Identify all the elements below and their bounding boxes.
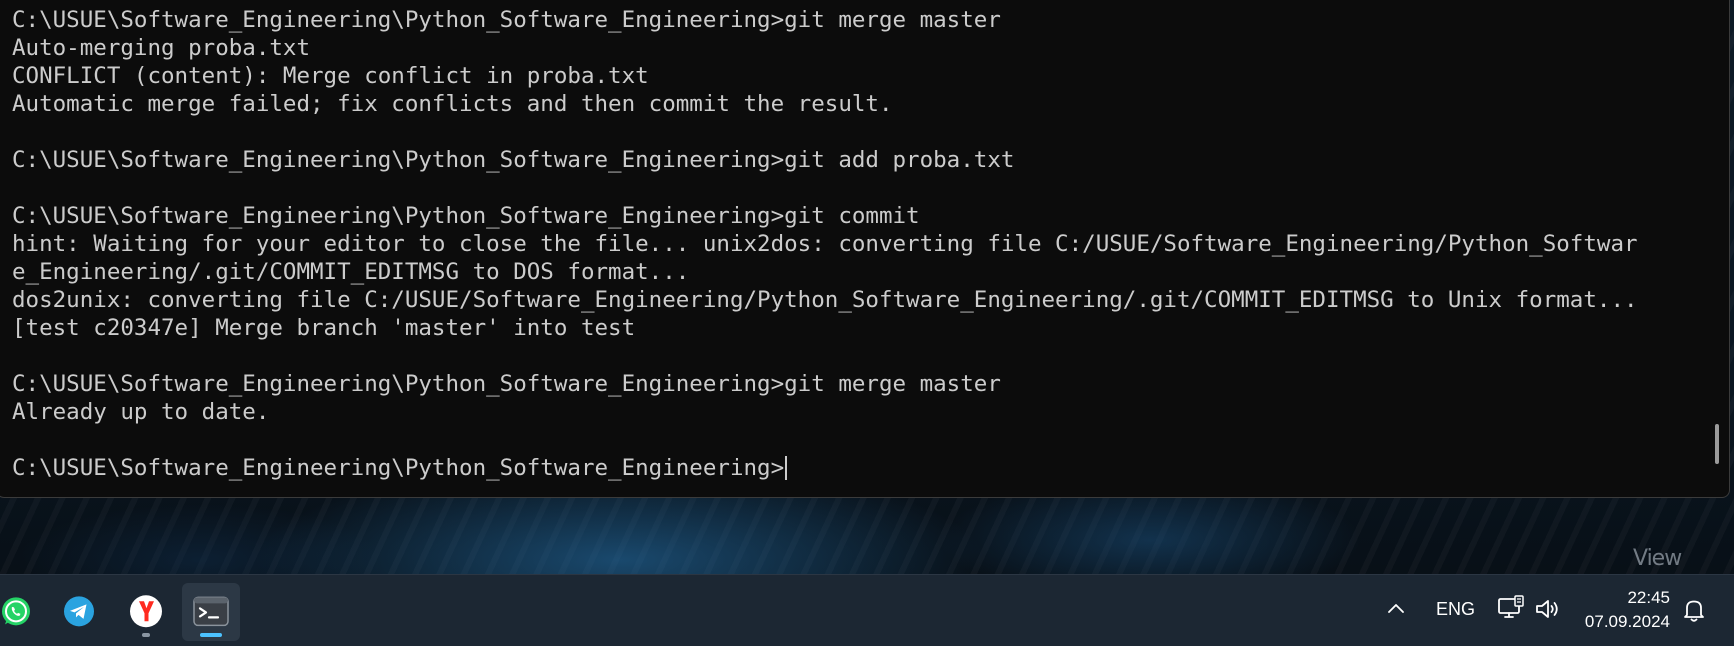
terminal-line: C:\USUE\Software_Engineering\Python_Soft… xyxy=(12,7,1001,33)
terminal-icon xyxy=(193,596,229,627)
terminal-line: [test c20347e] Merge branch 'master' int… xyxy=(12,315,636,341)
telegram-icon xyxy=(64,596,94,627)
desktop-watermark: View xyxy=(1633,546,1682,571)
terminal-line: C:\USUE\Software_Engineering\Python_Soft… xyxy=(12,203,920,229)
terminal-line: C:\USUE\Software_Engineering\Python_Soft… xyxy=(12,371,1001,397)
taskbar: ENG 22:45 07.09.2024 xyxy=(0,574,1734,646)
taskbar-app-whatsapp[interactable] xyxy=(0,583,45,641)
terminal-prompt: C:\USUE\Software_Engineering\Python_Soft… xyxy=(12,455,785,481)
terminal-line: C:\USUE\Software_Engineering\Python_Soft… xyxy=(12,147,1015,173)
taskbar-app-telegram[interactable] xyxy=(50,583,108,641)
taskbar-app-terminal[interactable] xyxy=(182,583,240,641)
terminal-line: Already up to date. xyxy=(12,399,270,425)
terminal-window[interactable]: C:\USUE\Software_Engineering\Python_Soft… xyxy=(0,0,1730,498)
terminal-line: dos2unix: converting file C:/USUE/Softwa… xyxy=(12,287,1638,313)
taskbar-app-yandex-browser[interactable] xyxy=(117,583,175,641)
volume-icon[interactable] xyxy=(1534,597,1562,621)
clock-date: 07.09.2024 xyxy=(1584,612,1670,631)
whatsapp-icon xyxy=(2,597,30,626)
text-cursor xyxy=(785,456,788,480)
yandex-browser-icon xyxy=(130,595,162,628)
notification-bell-icon[interactable] xyxy=(1682,597,1706,623)
chevron-up-icon[interactable] xyxy=(1387,601,1405,615)
terminal-output[interactable]: C:\USUE\Software_Engineering\Python_Soft… xyxy=(12,6,1638,482)
running-indicator xyxy=(142,633,150,637)
terminal-line: Automatic merge failed; fix conflicts an… xyxy=(12,91,893,117)
network-icon[interactable] xyxy=(1497,595,1525,621)
clock[interactable]: 22:45 07.09.2024 xyxy=(1580,586,1670,634)
clock-time: 22:45 xyxy=(1627,588,1670,607)
terminal-line: CONFLICT (content): Merge conflict in pr… xyxy=(12,63,649,89)
scrollbar-thumb[interactable] xyxy=(1715,424,1719,464)
language-indicator[interactable]: ENG xyxy=(1436,599,1475,620)
terminal-line: hint: Waiting for your editor to close t… xyxy=(12,231,1638,257)
terminal-prompt-line[interactable]: C:\USUE\Software_Engineering\Python_Soft… xyxy=(12,454,1638,482)
terminal-line: Auto-merging proba.txt xyxy=(12,35,311,61)
active-indicator xyxy=(200,633,222,637)
terminal-line: e_Engineering/.git/COMMIT_EDITMSG to DOS… xyxy=(12,259,690,285)
